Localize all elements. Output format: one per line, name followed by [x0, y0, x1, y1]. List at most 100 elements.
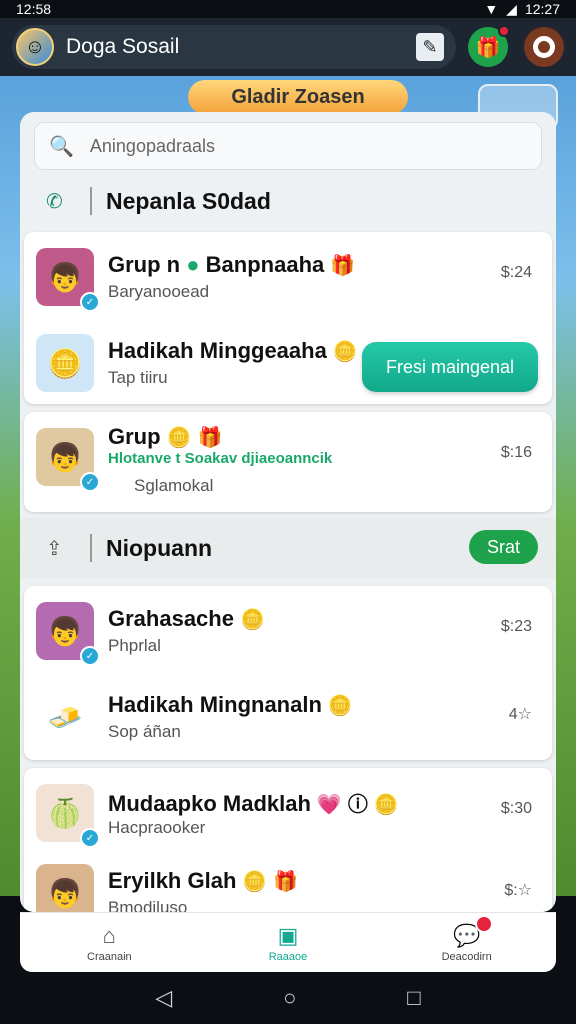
edit-icon[interactable]: ✎: [416, 33, 444, 61]
chat-row[interactable]: 🧈 Hadikah Mingnanaln 🪙 Sop áñan 4☆: [24, 672, 552, 758]
chat-card-4: 🍈 ✓ Mudaapko Madklah 💗 ⓘ 🪙 Hacpraooker $:30 …: [24, 768, 552, 912]
boy-avatar-icon: 👦 ✓: [36, 602, 100, 666]
share-icon: ⇪: [46, 537, 63, 560]
back-icon[interactable]: ◁: [155, 985, 172, 1011]
section-label: Niopuann: [106, 534, 213, 561]
app-title-chip[interactable]: ☺ Doga Sosail ✎: [12, 25, 456, 69]
gift-button[interactable]: 🎁: [468, 25, 510, 67]
notification-dot: [474, 914, 493, 933]
chat-subtitle: Sop áñan: [108, 722, 181, 741]
record-button[interactable]: [524, 27, 564, 67]
ring-icon: [533, 36, 555, 58]
status-bar: 12:58 ▼ ◢ 12:27: [0, 0, 576, 18]
coin-icon: 🪙: [327, 695, 353, 717]
online-badge-icon: ✓: [80, 828, 100, 848]
chat-title: Grahasache 🪙: [108, 606, 265, 631]
chat-row[interactable]: 🪙 Hadikah Minggeaaha 🪙 Tap tiiru Fresi ma…: [24, 318, 552, 404]
user-avatar-icon[interactable]: ☺: [16, 28, 54, 66]
status-icon: ●: [186, 252, 200, 277]
search-placeholder: Aningopadraals: [89, 135, 216, 156]
chat-time: 4☆: [508, 706, 532, 723]
gift-icon: 🎁: [273, 871, 299, 893]
divider: [90, 187, 92, 215]
melon-icon: 🍈 ✓: [36, 784, 100, 848]
chat-title: Grup n ● Banpnaaha 🎁: [108, 252, 356, 277]
gift-icon: 🎁: [197, 427, 223, 449]
nav-label: Raaaoe: [268, 950, 308, 963]
free-mining-button[interactable]: Fresi maingenal: [362, 342, 538, 392]
chat-subtitle: Tap tiiru: [108, 368, 168, 387]
online-badge-icon: ✓: [80, 646, 100, 666]
nav-home[interactable]: ⌂ Craanain: [49, 923, 169, 963]
chat-time: $:24: [500, 264, 532, 281]
signal-icon: ◢: [506, 0, 517, 17]
chat-row[interactable]: 👦 ✓ Grup 🪙 🎁 Hlotanve t Soakav djiaeoanncik…: [24, 412, 552, 498]
boy-avatar-icon: 👦 ✓: [36, 428, 100, 492]
gift-icon: 🎁: [330, 255, 356, 277]
home-icon: ⌂: [102, 922, 116, 948]
section-label: Nepanla S0dad: [106, 187, 271, 214]
status-right: ▼ ◢ 12:27: [484, 1, 560, 18]
store-icon: ▣: [277, 922, 299, 948]
chat-card-2: 👦 ✓ Grup 🪙 🎁 Hlotanve t Soakav djiaeoanncik…: [24, 412, 552, 512]
heart-icon: 💗: [316, 794, 342, 816]
chat-subtitle: Phprlal: [108, 636, 161, 655]
section-header-calls[interactable]: ✆ Nepanla S0dad: [20, 173, 556, 229]
boy-avatar-icon: 👦 ✓: [36, 248, 100, 312]
search-input[interactable]: 🔍 Aningopadraals: [34, 122, 542, 170]
chat-title: Hadikah Minggeaaha 🪙: [108, 338, 358, 363]
chat-title: Grup 🪙 🎁: [108, 424, 223, 449]
chat-row[interactable]: 👦 ✓ Grahasache 🪙 Phprlal $:23: [24, 586, 552, 672]
nav-label: Craanain: [87, 950, 132, 963]
phone-icon: ✆: [46, 190, 63, 213]
chat-sheet: 🔍 Aningopadraals ✆ Nepanla S0dad 👦 ✓ Grup…: [20, 112, 556, 912]
boy-avatar-icon: 👦: [36, 864, 94, 912]
wifi-icon: ▼: [484, 1, 499, 17]
online-badge-icon: ✓: [80, 292, 100, 312]
start-button[interactable]: Srat: [468, 530, 538, 564]
chat-title: Eryilkh Glah 🪙 🎁: [108, 868, 299, 893]
search-icon: 🔍: [49, 135, 74, 158]
notification-dot: [498, 25, 510, 37]
nav-label: Deacodirn: [441, 950, 492, 963]
chat-row[interactable]: 👦 ✓ Grup n ● Banpnaaha 🎁 Baryanooead $:24: [24, 232, 552, 318]
chat-card-1: 👦 ✓ Grup n ● Banpnaaha 🎁 Baryanooead $:24 …: [24, 232, 552, 404]
chat-time: $:16: [500, 444, 532, 461]
chat-time: $:☆: [504, 882, 532, 899]
app-top-bar: ☺ Doga Sosail ✎ 🎁: [0, 18, 576, 76]
chat-time: $:30: [500, 800, 532, 817]
coin-icon: 🪙: [242, 871, 268, 893]
chat-title: Hadikah Mingnanaln 🪙: [108, 692, 353, 717]
coin-icon: 🪙: [239, 609, 265, 631]
home-circle-icon[interactable]: ○: [283, 985, 296, 1011]
chat-row[interactable]: 👦 Eryilkh Glah 🪙 🎁 Bmodiluso $:☆: [24, 848, 552, 912]
chat-time: $:23: [500, 618, 532, 635]
coin-icon: 🪙: [373, 794, 399, 816]
divider: [90, 534, 92, 562]
app-title: Doga Sosail: [66, 35, 180, 58]
chat-subtitle: Baryanooead: [108, 282, 210, 301]
coin-icon: 🪙: [332, 341, 358, 363]
coin-icon: 🪙: [166, 427, 192, 449]
chat-subtitle: Sglamokal: [134, 476, 214, 495]
status-clock-right: 12:27: [524, 1, 560, 17]
chat-subtitle: Hacpraooker: [108, 818, 206, 837]
chat-subtitle-highlight: Hlotanve t Soakav djiaeoanncik: [108, 450, 333, 467]
chat-subtitle: Bmodiluso: [108, 898, 188, 912]
bottom-nav: ⌂ Craanain ▣ Raaaoe 💬 Deacodirn: [20, 912, 556, 972]
info-icon: ⓘ: [347, 794, 368, 816]
nav-store[interactable]: ▣ Raaaoe: [228, 923, 348, 963]
online-badge-icon: ✓: [80, 472, 100, 492]
chat-row[interactable]: 🍈 ✓ Mudaapko Madklah 💗 ⓘ 🪙 Hacpraooker $:30: [24, 768, 552, 854]
gold-bars-icon: 🧈: [47, 701, 83, 733]
pin-icon: ☆: [517, 706, 532, 723]
gift-icon: 🎁: [475, 36, 501, 59]
chat-card-3: 👦 ✓ Grahasache 🪙 Phprlal $:23 🧈 Hadikah Mi…: [24, 586, 552, 760]
nav-chat[interactable]: 💬 Deacodirn: [407, 914, 527, 963]
chat-title: Mudaapko Madklah 💗 ⓘ 🪙: [108, 791, 399, 816]
coins-icon: 🪙: [36, 334, 94, 392]
section-header-groups[interactable]: ⇪ Niopuann Srat: [20, 518, 556, 578]
game-banner: Gladir Zoasen: [188, 80, 408, 114]
recents-icon[interactable]: □: [407, 985, 420, 1011]
system-nav-bar: ◁ ○ □: [0, 972, 576, 1024]
